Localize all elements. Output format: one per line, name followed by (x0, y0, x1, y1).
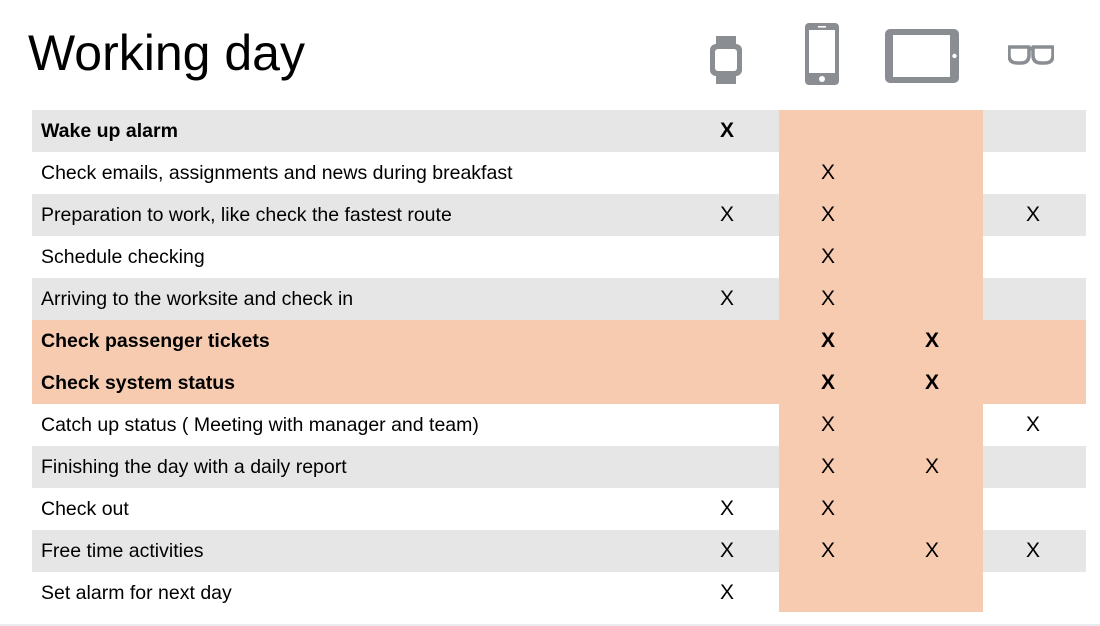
phone-mark: X (820, 455, 835, 478)
tablet-mark: X (924, 371, 939, 394)
phone-mark (808, 572, 848, 614)
glasses-mark (1013, 362, 1053, 404)
glasses-mark (1013, 320, 1053, 362)
tablet-mark (912, 278, 952, 320)
tablet-icon (884, 28, 960, 89)
activity-label: Check emails, assignments and news durin… (41, 162, 513, 184)
watch-mark (707, 446, 747, 488)
phone-mark: X (820, 329, 835, 352)
tablet-mark (912, 236, 952, 278)
phone-mark: X (820, 371, 835, 394)
tablet-mark (912, 404, 952, 446)
glasses-mark: X (1025, 539, 1040, 562)
watch-mark: X (719, 539, 734, 562)
phone-mark: X (820, 287, 835, 310)
tablet-mark: X (924, 539, 939, 562)
watch-mark (707, 236, 747, 278)
phone-mark: X (820, 245, 835, 268)
glasses-mark: X (1025, 413, 1040, 436)
phone-mark: X (820, 161, 835, 184)
glasses-mark (1013, 446, 1053, 488)
activity-label: Finishing the day with a daily report (41, 456, 347, 478)
activity-label: Schedule checking (41, 246, 205, 268)
phone-mark: X (820, 539, 835, 562)
activity-label: Check out (41, 498, 129, 520)
watch-mark (707, 362, 747, 404)
activity-label: Wake up alarm (41, 120, 178, 142)
phone-mark (808, 110, 848, 152)
glasses-mark (1013, 236, 1053, 278)
activity-label: Check system status (41, 372, 236, 394)
page-title: Working day (28, 25, 305, 81)
activity-device-table: Wake up alarm X Check emails, assignments … (32, 110, 1086, 614)
tablet-mark (912, 152, 952, 194)
activity-label: Free time activities (41, 540, 204, 562)
tablet-mark: X (924, 455, 939, 478)
activity-label: Preparation to work, like check the fast… (41, 204, 452, 226)
watch-mark: X (719, 581, 734, 604)
smartwatch-icon (708, 36, 744, 89)
phone-mark: X (820, 497, 835, 520)
activity-label: Arriving to the worksite and check in (41, 288, 354, 310)
glasses-mark (1013, 152, 1053, 194)
glasses-mark: X (1025, 203, 1040, 226)
glasses-mark (1013, 572, 1053, 614)
tablet-mark (912, 110, 952, 152)
activity-label: Catch up status ( Meeting with manager a… (41, 414, 479, 436)
watch-mark: X (719, 203, 734, 226)
phone-mark: X (820, 203, 835, 226)
watch-mark: X (719, 497, 734, 520)
tablet-mark: X (924, 329, 939, 352)
smartphone-icon (804, 22, 840, 91)
smart-glasses-icon (1007, 44, 1055, 71)
watch-mark: X (719, 119, 734, 142)
tablet-mark (912, 488, 952, 530)
tablet-mark (912, 194, 952, 236)
watch-mark: X (719, 287, 734, 310)
watch-mark (707, 404, 747, 446)
tablet-mark (912, 572, 952, 614)
glasses-mark (1013, 110, 1053, 152)
glasses-mark (1013, 278, 1053, 320)
activity-label: Set alarm for next day (41, 582, 232, 604)
watch-mark (707, 320, 747, 362)
watch-mark (707, 152, 747, 194)
phone-mark: X (820, 413, 835, 436)
activity-label: Check passenger tickets (41, 330, 270, 352)
glasses-mark (1013, 488, 1053, 530)
